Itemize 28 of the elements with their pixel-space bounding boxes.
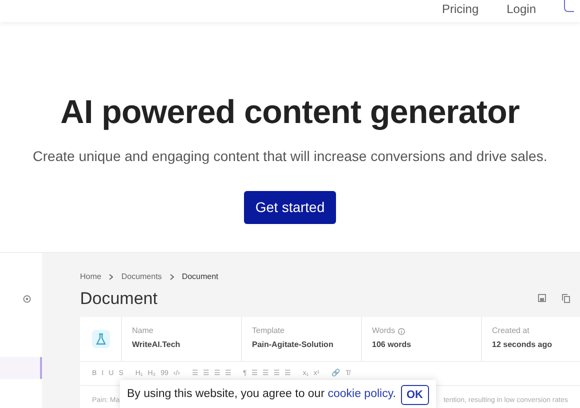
breadcrumb-item[interactable]: Documents — [121, 270, 162, 283]
breadcrumb-item: Document — [182, 270, 218, 283]
save-icon[interactable] — [538, 294, 546, 302]
document-title: Document — [80, 288, 158, 310]
copy-icon[interactable] — [562, 294, 570, 303]
breadcrumb-item[interactable]: Home — [80, 270, 102, 283]
info-icon[interactable] — [398, 328, 405, 335]
get-started-button[interactable]: Get started — [244, 190, 336, 224]
chevron-icon — [109, 274, 114, 280]
chevron-icon — [170, 274, 174, 280]
field-value: Pain-Agitate-Solution — [252, 339, 334, 352]
field-label: Words — [372, 325, 395, 338]
nav-link[interactable]: Pricing — [442, 0, 479, 18]
flask-icon — [92, 330, 110, 348]
field-value: WriteAI.Tech — [132, 339, 182, 352]
cookie-policy-link[interactable]: cookie policy — [328, 388, 393, 400]
cookie-text: By using this website, you agree to our cookie policy. — [127, 387, 396, 402]
field-label: Created at — [492, 325, 530, 338]
ok-button[interactable]: OK — [400, 384, 429, 406]
field-value: 106 words — [372, 339, 412, 352]
field-value: 12 seconds ago — [492, 339, 554, 352]
field-label: Name — [132, 325, 154, 338]
sidebar-item[interactable] — [0, 356, 42, 379]
settings-icon[interactable] — [23, 294, 31, 303]
hero-title: AI powered content generator — [59, 92, 521, 132]
hero-subtitle: Create unique and engaging content that will increase conversions and drive sales. — [32, 146, 548, 166]
field-label: Template — [252, 325, 284, 338]
nav-link[interactable]: Login — [506, 0, 536, 18]
